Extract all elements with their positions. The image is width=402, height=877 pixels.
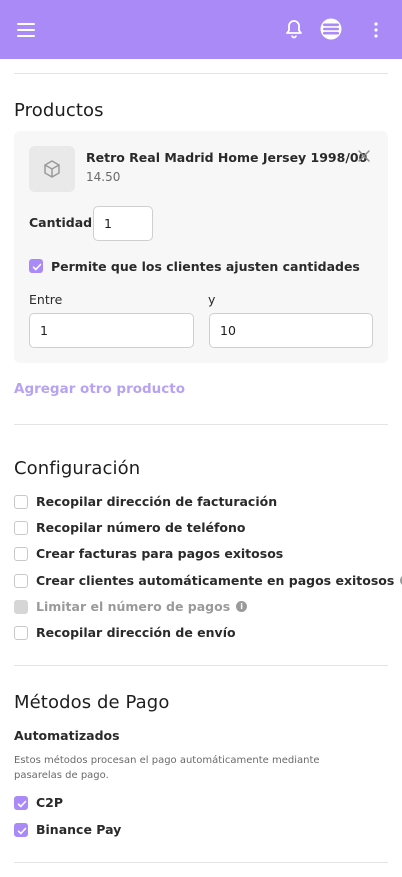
products-heading: Productos [14,100,104,121]
min-quantity-input[interactable]: 1 [29,313,194,348]
divider [14,424,388,425]
and-label: y [208,292,216,307]
checkbox[interactable] [14,521,28,535]
checkbox[interactable] [14,574,28,588]
payment-methods-heading: Métodos de Pago [14,692,170,713]
automated-description: Estos métodos procesan el pago automátic… [14,755,320,781]
product-price: 14.50 [86,170,121,184]
product-name: Retro Real Madrid Home Jersey 1998/00 [86,150,368,165]
checkbox[interactable] [14,495,28,509]
vertical-dots-icon[interactable] [374,22,378,42]
checkbox[interactable] [14,796,28,810]
adjust-quantity-checkbox[interactable] [29,259,43,273]
option-label-wrap: Crear clientes automáticamente en pagos … [36,573,402,589]
divider [14,665,388,666]
option-label: Crear clientes automáticamente en pagos … [36,573,395,588]
checkbox[interactable] [14,547,28,561]
max-quantity-input[interactable]: 10 [209,313,373,348]
checkbox[interactable] [14,823,28,837]
option-label-wrap: Limitar el número de pagos i [36,599,248,615]
adjust-quantity-label: Permite que los clientes ajusten cantida… [51,259,360,274]
method-label: Binance Pay [36,822,122,837]
product-card: Retro Real Madrid Home Jersey 1998/00 14… [14,131,388,363]
option-label: Recopilar dirección de facturación [36,494,278,509]
quantity-label: Cantidad [29,215,93,230]
between-label: Entre [29,292,63,307]
divider [14,862,388,863]
divider [14,73,388,74]
top-app-bar [0,0,402,59]
option-label: Limitar el número de pagos [36,599,231,614]
option-label: Crear facturas para pagos exitosos [36,546,284,561]
stack-logo-icon[interactable] [320,18,342,44]
automated-subheading: Automatizados [14,728,120,743]
option-label: Recopilar número de teléfono [36,520,246,535]
quantity-input[interactable]: 1 [93,206,153,241]
checkbox[interactable] [14,626,28,640]
bell-icon[interactable] [285,19,303,43]
option-label: Recopilar dirección de envío [36,625,236,640]
method-label: C2P [36,795,64,810]
close-icon[interactable] [357,148,371,162]
configuration-heading: Configuración [14,458,141,479]
hamburger-menu-icon[interactable] [17,22,35,41]
info-icon[interactable]: i [236,601,248,612]
checkbox [14,600,28,614]
box-icon [29,146,75,192]
add-product-link[interactable]: Agregar otro producto [14,381,185,397]
